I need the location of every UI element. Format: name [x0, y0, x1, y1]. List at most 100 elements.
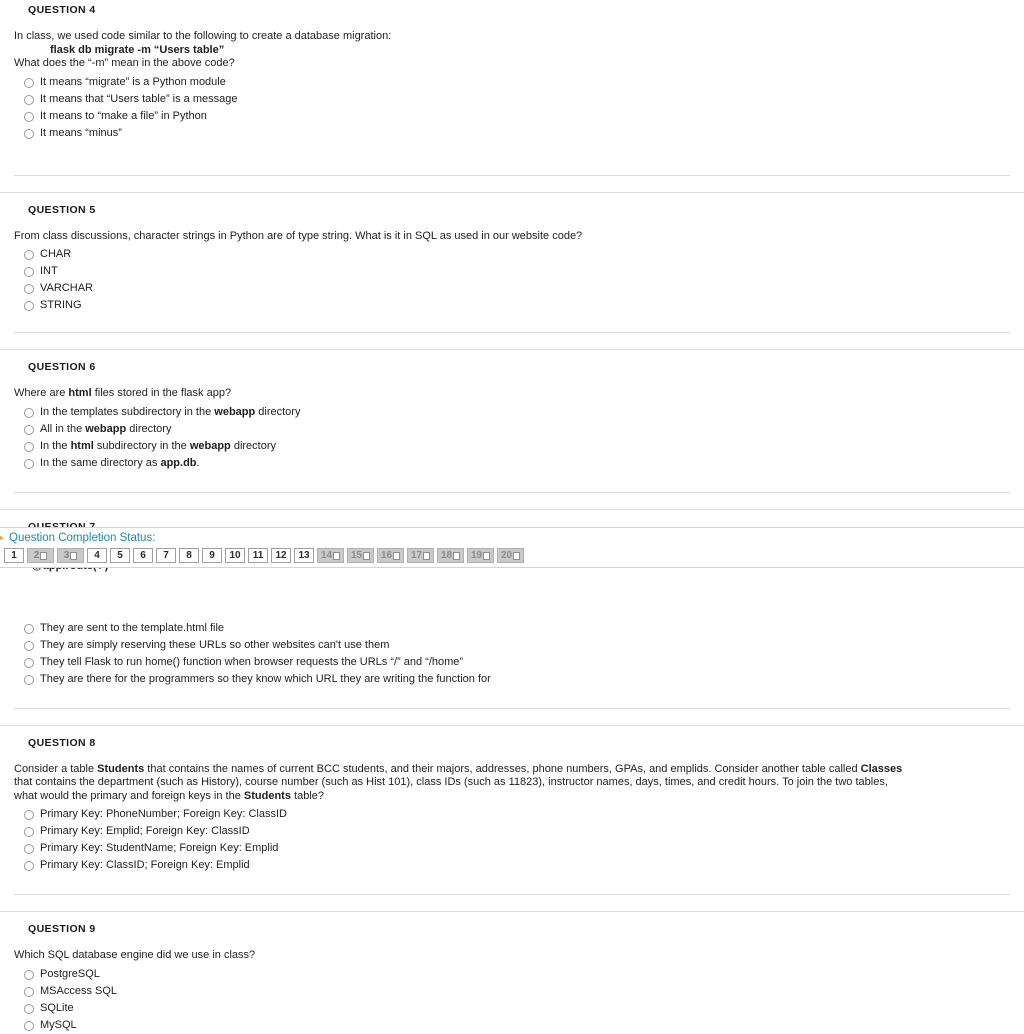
question-number-button-7[interactable]: 7 [156, 548, 176, 563]
radio-icon[interactable] [24, 458, 34, 469]
radio-icon[interactable] [24, 986, 34, 997]
answer-label: It means that “Users table” is a message [40, 92, 238, 105]
radio-icon[interactable] [24, 969, 34, 980]
text-run: directory [126, 422, 172, 435]
question-number-button-6[interactable]: 6 [133, 548, 153, 563]
radio-icon[interactable] [24, 111, 34, 122]
radio-icon[interactable] [24, 861, 34, 871]
question-number-button-20[interactable]: 20 [497, 548, 524, 563]
question-header-5: QUESTION 5 [28, 203, 96, 216]
question-number-button-17[interactable]: 17 [407, 548, 434, 563]
answer-option[interactable]: Primary Key: StudentName; Foreign Key: E… [14, 840, 1010, 857]
answer-label: PostgreSQL [40, 967, 100, 980]
page-document-icon [483, 551, 491, 560]
answer-option[interactable]: They are there for the programmers so th… [14, 671, 1010, 688]
question-number-label: 4 [94, 550, 100, 561]
radio-icon[interactable] [24, 640, 34, 651]
radio-icon[interactable] [24, 623, 34, 634]
question-number-button-3[interactable]: 3 [57, 548, 84, 563]
question-number-label: 11 [252, 550, 264, 561]
radio-icon[interactable] [24, 267, 34, 277]
answer-label: MSAccess SQL [40, 984, 118, 997]
question-header-9: QUESTION 9 [28, 923, 96, 935]
answer-label: They are simply reserving these URLs so … [40, 638, 390, 651]
radio-icon[interactable] [24, 407, 34, 418]
question-number-button-13[interactable]: 13 [294, 548, 314, 563]
answer-option[interactable]: It means “minus” [14, 125, 1010, 142]
text-run: All in the [40, 422, 86, 435]
answer-option[interactable]: They are simply reserving these URLs so … [14, 637, 1010, 654]
answer-option[interactable]: It means that “Users table” is a message [14, 91, 1010, 108]
answer-option[interactable]: PostgreSQL [14, 966, 1010, 983]
answer-option[interactable]: STRING [14, 297, 1010, 314]
question-block-8: QUESTION 8 Consider a table Students tha… [0, 726, 1024, 875]
question-number-label: 3 [63, 550, 70, 561]
answer-option[interactable]: Primary Key: ClassID; Foreign Key: Empli… [14, 857, 1010, 874]
answer-option[interactable]: INT [14, 263, 1010, 280]
question-number-button-11[interactable]: 11 [248, 548, 268, 563]
text-emphasis: Students [97, 762, 145, 775]
text-run: subdirectory in the [93, 439, 190, 452]
answer-option[interactable]: They tell Flask to run home() function w… [14, 654, 1010, 671]
answer-option[interactable]: It means to “make a file” in Python [14, 108, 1010, 125]
prompt-text: Where are [14, 387, 69, 399]
answer-option[interactable]: It means “migrate” is a Python module [14, 74, 1010, 91]
radio-icon[interactable] [24, 657, 34, 668]
radio-icon[interactable] [24, 301, 34, 311]
question-number-button-2[interactable]: 2 [27, 548, 54, 563]
question-header-4: QUESTION 4 [28, 4, 96, 16]
radio-icon[interactable] [24, 250, 34, 260]
question-number-button-5[interactable]: 5 [110, 548, 130, 563]
radio-icon[interactable] [24, 94, 34, 105]
question-body-8: Consider a table Students that contains … [14, 763, 1010, 804]
question-header-6: QUESTION 6 [28, 361, 96, 373]
question-prompt-9: Which SQL database engine did we use in … [14, 949, 256, 961]
radio-icon[interactable] [24, 1020, 34, 1031]
orange-arrow-icon[interactable] [0, 533, 6, 543]
radio-icon[interactable] [24, 810, 34, 820]
question-number-list: 1 2 3 4 5 6 7 8 9 10 11 12 13 14 15 16 17 18 19 20 [0, 548, 1024, 563]
answer-option[interactable]: They are sent to the template.html file [14, 620, 1010, 637]
radio-icon[interactable] [24, 441, 34, 452]
question-number-button-18[interactable]: 18 [437, 548, 464, 563]
question-number-button-14[interactable]: 14 [317, 548, 344, 563]
answer-option[interactable]: In the templates subdirectory in the web… [14, 404, 1010, 421]
answer-option[interactable]: MSAccess SQL [14, 983, 1010, 1000]
answer-option[interactable]: In the html subdirectory in the webapp d… [14, 438, 1010, 455]
question-number-button-9[interactable]: 9 [202, 548, 222, 563]
question-number-button-8[interactable]: 8 [179, 548, 199, 563]
radio-icon[interactable] [24, 1003, 34, 1014]
radio-icon[interactable] [24, 827, 34, 837]
question-block-4: QUESTION 4 In class, we used code simila… [0, 0, 1024, 142]
question-number-button-12[interactable]: 12 [271, 548, 291, 563]
question-block-5: QUESTION 5 From class discussions, chara… [0, 193, 1024, 315]
answer-option[interactable]: Primary Key: Emplid; Foreign Key: ClassI… [14, 823, 1010, 840]
answer-option[interactable]: All in the webapp directory [14, 421, 1010, 438]
question-number-label: 5 [117, 550, 123, 561]
status-label: Question Completion Status: [9, 531, 156, 544]
question-number-button-16[interactable]: 16 [377, 548, 404, 563]
answer-option[interactable]: SQLite [14, 1000, 1010, 1017]
question-number-button-15[interactable]: 15 [347, 548, 374, 563]
answer-option[interactable]: VARCHAR [14, 280, 1010, 297]
radio-icon[interactable] [24, 674, 34, 685]
answer-label: They are sent to the template.html file [40, 621, 225, 634]
answer-option[interactable]: CHAR [14, 246, 1010, 263]
question-number-button-4[interactable]: 4 [87, 548, 107, 563]
radio-icon[interactable] [24, 284, 34, 294]
radio-icon[interactable] [24, 844, 34, 854]
text-run: directory [230, 439, 277, 452]
radio-icon[interactable] [24, 128, 34, 139]
question-number-label: 14 [320, 550, 333, 561]
answer-option[interactable]: In the same directory as app.db. [14, 455, 1010, 472]
answer-option[interactable]: MySQL [14, 1017, 1010, 1034]
question-number-button-19[interactable]: 19 [467, 548, 494, 563]
answer-label: Primary Key: ClassID; Foreign Key: Empli… [40, 859, 250, 871]
radio-icon[interactable] [24, 77, 34, 88]
question-number-button-1[interactable]: 1 [4, 548, 24, 563]
question-number-button-10[interactable]: 10 [225, 548, 245, 563]
text-run: table? [290, 789, 324, 802]
answer-option[interactable]: Primary Key: PhoneNumber; Foreign Key: C… [14, 806, 1010, 823]
radio-icon[interactable] [24, 424, 34, 435]
page-document-icon [513, 551, 521, 560]
